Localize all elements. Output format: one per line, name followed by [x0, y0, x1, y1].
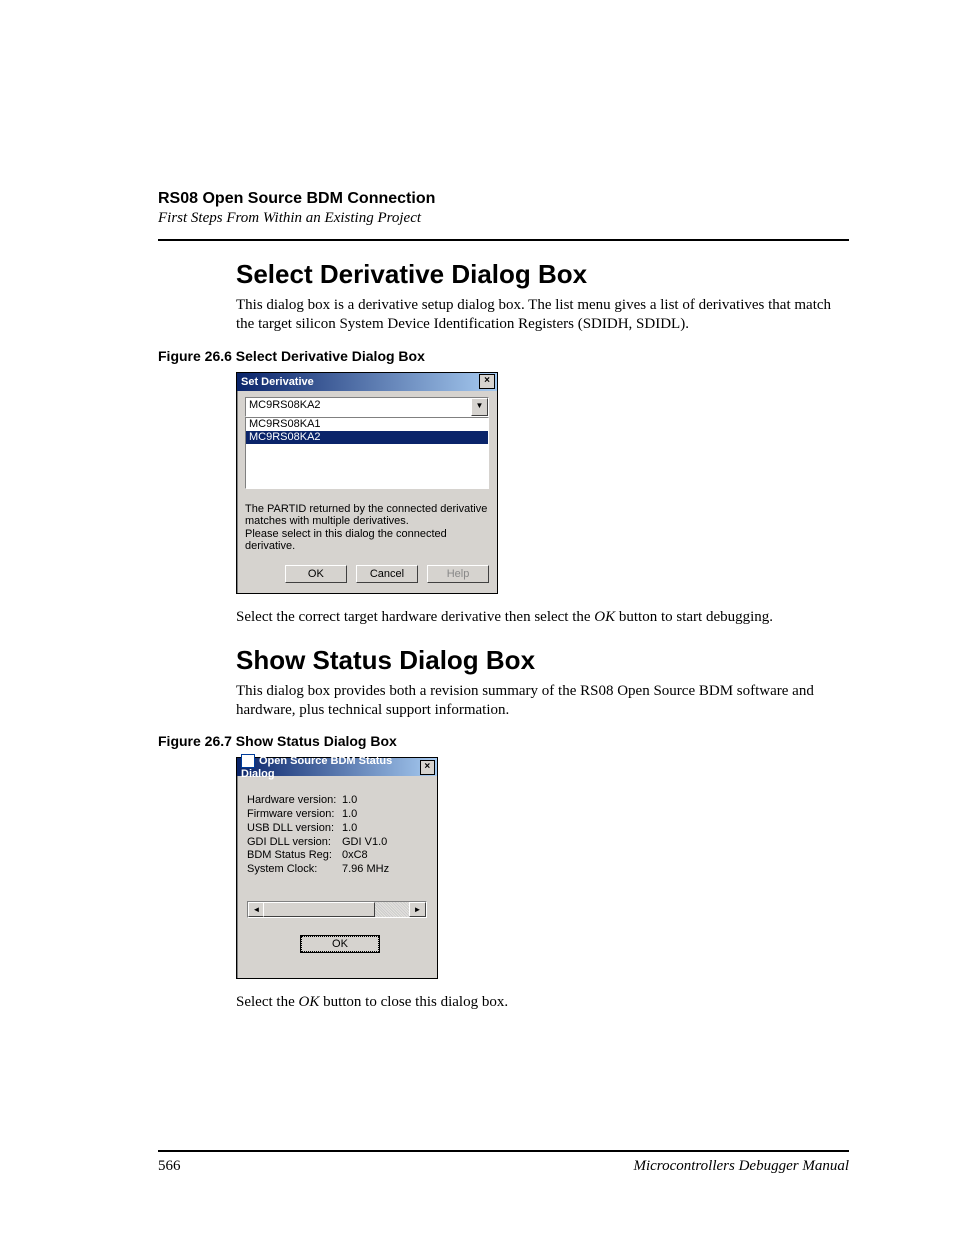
status-label: System Clock: — [247, 863, 342, 877]
list-item[interactable]: MC9RS08KA2 — [246, 431, 488, 444]
section2-followup: Select the OK button to close this dialo… — [236, 993, 849, 1012]
section1-followup: Select the correct target hardware deriv… — [236, 608, 849, 627]
set-derivative-dialog: Set Derivative × MC9RS08KA2 ▼ MC9RS08KA1… — [236, 372, 498, 595]
dialog1-message: The PARTID returned by the connected der… — [245, 503, 489, 554]
status-label: GDI DLL version: — [247, 836, 342, 850]
status-label: BDM Status Reg: — [247, 849, 342, 863]
status-row: USB DLL version:1.0 — [247, 822, 427, 836]
help-button[interactable]: Help — [427, 565, 489, 583]
dialog2-title-wrap: Open Source BDM Status Dialog — [241, 754, 420, 780]
horizontal-scrollbar[interactable]: ◄ ► — [247, 901, 427, 918]
status-dialog: Open Source BDM Status Dialog × Hardware… — [236, 757, 438, 979]
dialog1-message-line1: The PARTID returned by the connected der… — [245, 503, 489, 528]
header-rule — [158, 239, 849, 241]
footer-rule — [158, 1150, 849, 1152]
derivative-combo[interactable]: MC9RS08KA2 ▼ — [245, 397, 489, 417]
status-label: USB DLL version: — [247, 822, 342, 836]
status-value: GDI V1.0 — [342, 836, 387, 850]
status-info-area: Hardware version:1.0 Firmware version:1.… — [247, 794, 427, 877]
chevron-down-icon[interactable]: ▼ — [471, 398, 488, 416]
status-value: 1.0 — [342, 794, 357, 808]
chapter-title: RS08 Open Source BDM Connection — [158, 190, 849, 208]
status-label: Firmware version: — [247, 808, 342, 822]
app-icon — [241, 754, 255, 768]
figure-caption-2: Figure 26.7 Show Status Dialog Box — [158, 733, 849, 749]
dialog1-message-line2: Please select in this dialog the connect… — [245, 528, 489, 553]
figure-caption-1: Figure 26.6 Select Derivative Dialog Box — [158, 348, 849, 364]
scroll-thumb[interactable] — [263, 902, 375, 917]
section-heading-2: Show Status Dialog Box — [236, 645, 849, 676]
status-value: 1.0 — [342, 822, 357, 836]
text-run: button to close this dialog box. — [319, 994, 508, 1010]
status-value: 1.0 — [342, 808, 357, 822]
page-number: 566 — [158, 1158, 181, 1175]
running-header: RS08 Open Source BDM Connection First St… — [158, 190, 849, 227]
ok-button[interactable]: OK — [285, 565, 347, 583]
status-value: 7.96 MHz — [342, 863, 389, 877]
section-subtitle: First Steps From Within an Existing Proj… — [158, 210, 849, 227]
status-row: BDM Status Reg:0xC8 — [247, 849, 427, 863]
dialog1-titlebar: Set Derivative × — [237, 373, 497, 391]
scroll-right-icon[interactable]: ► — [409, 902, 426, 917]
derivative-combo-field[interactable]: MC9RS08KA2 — [245, 397, 489, 417]
section1-paragraph: This dialog box is a derivative setup di… — [236, 296, 849, 334]
page: RS08 Open Source BDM Connection First St… — [0, 0, 954, 1235]
dialog2-titlebar: Open Source BDM Status Dialog × — [237, 758, 437, 776]
section2-paragraph: This dialog box provides both a revision… — [236, 682, 849, 720]
page-footer: 566 Microcontrollers Debugger Manual — [158, 1150, 849, 1175]
ok-emphasis: OK — [298, 994, 319, 1010]
close-icon[interactable]: × — [420, 760, 435, 775]
dialog1-button-row: OK Cancel Help — [237, 559, 497, 593]
text-run: button to start debugging. — [615, 609, 773, 625]
status-row: Firmware version:1.0 — [247, 808, 427, 822]
derivative-listbox[interactable]: MC9RS08KA1 MC9RS08KA2 — [245, 417, 489, 489]
text-run: Select the — [236, 994, 298, 1010]
status-label: Hardware version: — [247, 794, 342, 808]
section-heading-1: Select Derivative Dialog Box — [236, 259, 849, 290]
dialog2-button-row: OK — [237, 918, 437, 978]
ok-emphasis: OK — [594, 609, 615, 625]
text-run: Select the correct target hardware deriv… — [236, 609, 594, 625]
dialog1-title-text: Set Derivative — [241, 376, 314, 388]
status-row: GDI DLL version:GDI V1.0 — [247, 836, 427, 850]
close-icon[interactable]: × — [479, 374, 495, 389]
status-row: System Clock:7.96 MHz — [247, 863, 427, 877]
ok-button[interactable]: OK — [301, 936, 379, 952]
manual-title: Microcontrollers Debugger Manual — [633, 1158, 849, 1175]
status-value: 0xC8 — [342, 849, 368, 863]
dialog2-title-text: Open Source BDM Status Dialog — [241, 755, 392, 780]
list-item[interactable]: MC9RS08KA1 — [246, 418, 488, 431]
cancel-button[interactable]: Cancel — [356, 565, 418, 583]
status-row: Hardware version:1.0 — [247, 794, 427, 808]
